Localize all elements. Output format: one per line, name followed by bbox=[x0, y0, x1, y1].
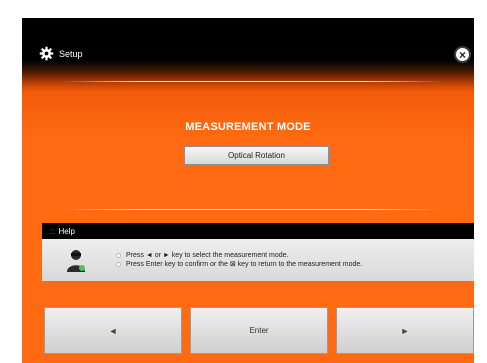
help-title: Help bbox=[58, 226, 75, 236]
arrow-right-icon: ► bbox=[400, 325, 410, 336]
page-title: Setup bbox=[59, 48, 83, 59]
close-icon: × bbox=[458, 47, 466, 62]
arrow-left-icon: ◄ bbox=[108, 325, 118, 336]
help-line: Press Enter key to confirm or the ⊠ key … bbox=[116, 260, 362, 269]
help-header: :: Help bbox=[42, 223, 474, 239]
help-text: Press ◄ or ► key to select the measureme… bbox=[116, 251, 362, 269]
previous-button[interactable]: ◄ bbox=[44, 307, 182, 354]
help-line: Press ◄ or ► key to select the measureme… bbox=[116, 251, 362, 260]
help-panel: Press ◄ or ► key to select the measureme… bbox=[42, 239, 474, 281]
person-icon bbox=[67, 250, 85, 272]
header: Setup bbox=[39, 46, 83, 61]
help-icon: :: bbox=[50, 226, 55, 236]
measurement-mode-title: MEASUREMENT MODE bbox=[185, 121, 311, 133]
bullet-icon bbox=[116, 262, 121, 267]
divider bbox=[62, 81, 442, 82]
setup-screen: Setup × MEASUREMENT MODE Optical Rotatio… bbox=[22, 18, 474, 363]
next-button[interactable]: ► bbox=[336, 307, 474, 354]
divider bbox=[62, 209, 442, 210]
enter-button[interactable]: Enter bbox=[190, 307, 328, 354]
gear-icon bbox=[39, 46, 54, 61]
bullet-icon bbox=[116, 253, 121, 258]
close-button[interactable]: × bbox=[454, 46, 471, 63]
measurement-mode-select[interactable]: Optical Rotation bbox=[184, 146, 329, 165]
